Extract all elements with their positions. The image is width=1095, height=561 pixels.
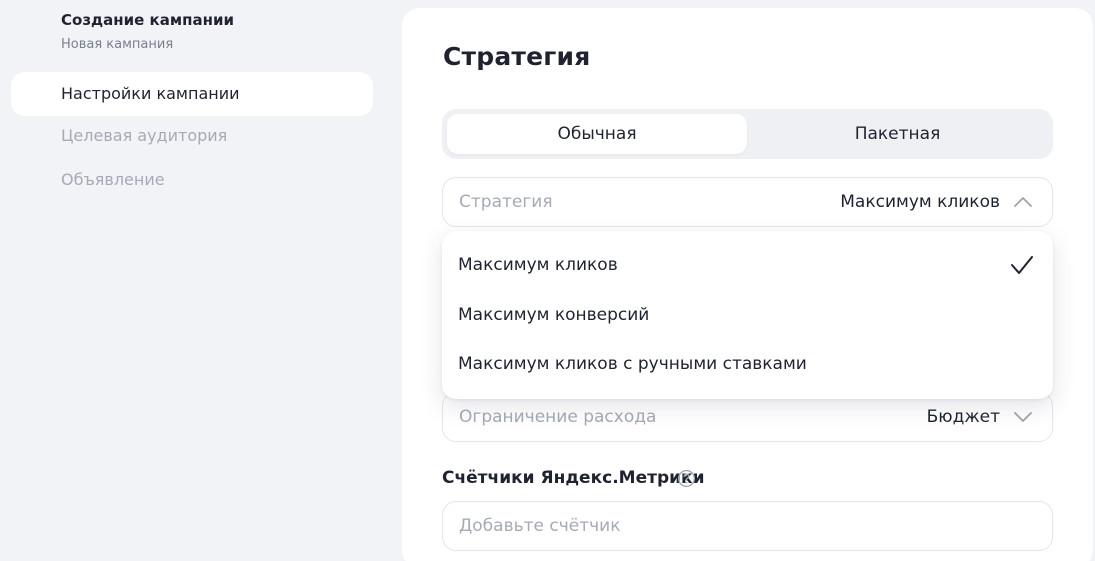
spend-limit-select[interactable]: Ограничение расхода Бюджет: [442, 392, 1053, 442]
sidebar-item-target-audience[interactable]: Целевая аудитория: [11, 114, 373, 158]
campaign-title: Создание кампании: [61, 11, 234, 29]
strategy-select-value: Максимум кликов: [840, 192, 1000, 212]
strategy-select-label: Стратегия: [459, 192, 553, 212]
campaign-subtitle: Новая кампания: [61, 37, 174, 52]
metrika-counters-title: Счётчики Яндекс.Метрики: [442, 468, 705, 488]
sidebar-item-ad[interactable]: Объявление: [11, 158, 373, 202]
segment-regular[interactable]: Обычная: [447, 114, 747, 154]
metrika-counter-input[interactable]: Добавьте счётчик: [442, 501, 1053, 551]
question-circle-icon[interactable]: [677, 469, 696, 488]
spend-limit-value: Бюджет: [926, 407, 1000, 427]
spend-limit-label: Ограничение расхода: [459, 407, 657, 427]
checkmark-icon: [1011, 256, 1033, 274]
strategy-select[interactable]: Стратегия Максимум кликов: [442, 177, 1053, 227]
sidebar-item-campaign-settings[interactable]: Настройки кампании: [11, 72, 373, 116]
strategy-option-max-clicks-manual[interactable]: Максимум кликов с ручными ставками: [458, 354, 807, 374]
chevron-up-icon: [1014, 197, 1032, 207]
strategy-dropdown: Максимум кликов Максимум конверсий Макси…: [442, 231, 1053, 399]
page-title: Стратегия: [443, 42, 591, 71]
strategy-option-max-clicks[interactable]: Максимум кликов: [458, 255, 618, 275]
segment-package[interactable]: Пакетная: [747, 114, 1048, 154]
sidebar: Создание кампании Новая кампания Настрой…: [0, 0, 390, 561]
strategy-option-max-conversions[interactable]: Максимум конверсий: [458, 305, 649, 325]
chevron-down-icon: [1014, 412, 1032, 422]
strategy-type-switch: Обычная Пакетная: [442, 109, 1053, 159]
